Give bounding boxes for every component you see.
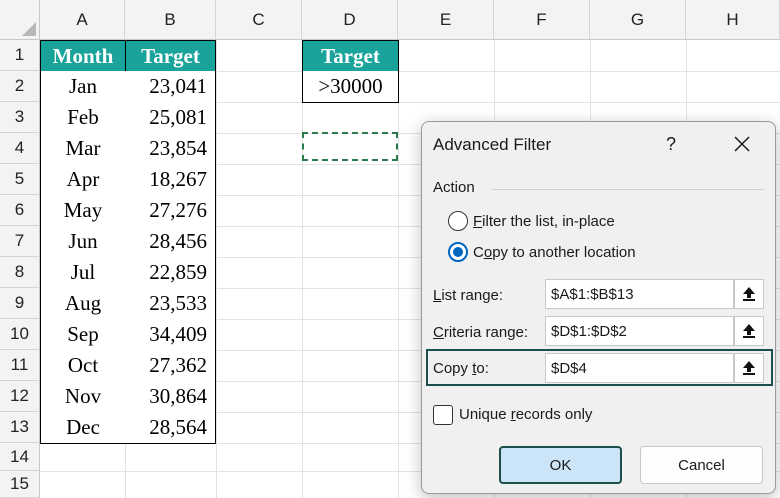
month-cell[interactable]: Oct [40, 350, 126, 382]
help-button[interactable]: ? [660, 132, 682, 156]
month-cell[interactable]: May [40, 195, 126, 227]
row-header-15[interactable]: 15 [0, 471, 40, 498]
column-header-d[interactable]: D [302, 0, 398, 40]
close-icon [734, 136, 750, 152]
collapse-arrow-icon [743, 287, 755, 301]
unique-records-label[interactable]: Unique records only [459, 406, 592, 423]
list-range-label: List range: [433, 287, 504, 304]
target-cell[interactable]: 22,859 [125, 257, 216, 289]
select-all-corner[interactable] [0, 0, 40, 40]
target-cell[interactable]: 30,864 [125, 381, 216, 413]
target-cell[interactable]: 23,533 [125, 288, 216, 320]
advanced-filter-dialog: Advanced Filter ? Action Filter the list… [421, 121, 776, 494]
target-cell[interactable]: 18,267 [125, 164, 216, 196]
collapse-arrow-icon [743, 324, 755, 338]
target-cell[interactable]: 27,362 [125, 350, 216, 382]
month-cell[interactable]: Jul [40, 257, 126, 289]
column-header-f[interactable]: F [494, 0, 590, 40]
month-cell[interactable]: Apr [40, 164, 126, 196]
target-cell[interactable]: 28,564 [125, 412, 216, 444]
row-header-6[interactable]: 6 [0, 195, 40, 226]
target-cell[interactable]: 23,854 [125, 133, 216, 165]
month-cell[interactable]: Jun [40, 226, 126, 258]
copy-to-label: Copy to: [433, 360, 489, 377]
row-header-9[interactable]: 9 [0, 288, 40, 319]
month-cell[interactable]: Nov [40, 381, 126, 413]
filter-in-place-radio[interactable] [448, 211, 468, 231]
copy-to-collapse-button[interactable] [734, 353, 764, 383]
header-cell-month[interactable]: Month [40, 40, 126, 72]
column-header-e[interactable]: E [398, 0, 494, 40]
dialog-title: Advanced Filter [433, 135, 552, 154]
row-header-13[interactable]: 13 [0, 412, 40, 443]
row-header-3[interactable]: 3 [0, 102, 40, 133]
close-button[interactable] [728, 130, 756, 158]
ok-button[interactable]: OK [499, 446, 622, 484]
copy-to-input[interactable]: $D$4 [545, 353, 734, 383]
header-cell-target[interactable]: Target [125, 40, 216, 72]
target-cell[interactable]: 27,276 [125, 195, 216, 227]
criteria-value-cell[interactable]: >30000 [302, 71, 399, 103]
row-header-7[interactable]: 7 [0, 226, 40, 257]
list-range-collapse-button[interactable] [734, 279, 764, 309]
target-cell[interactable]: 23,041 [125, 71, 216, 103]
target-cell[interactable]: 25,081 [125, 102, 216, 134]
column-header-b[interactable]: B [125, 0, 216, 40]
action-group-label: Action [433, 179, 475, 196]
row-header-8[interactable]: 8 [0, 257, 40, 288]
criteria-header-cell[interactable]: Target [302, 40, 399, 72]
group-divider [492, 189, 764, 190]
row-header-2[interactable]: 2 [0, 71, 40, 102]
month-cell[interactable]: Mar [40, 133, 126, 165]
target-cell[interactable]: 34,409 [125, 319, 216, 351]
cancel-button[interactable]: Cancel [640, 446, 763, 484]
copy-to-location-label[interactable]: Copy to another location [473, 244, 636, 261]
column-header-h[interactable]: H [686, 0, 780, 40]
list-range-input[interactable]: $A$1:$B$13 [545, 279, 734, 309]
month-cell[interactable]: Dec [40, 412, 126, 444]
month-cell[interactable]: Sep [40, 319, 126, 351]
criteria-range-collapse-button[interactable] [734, 316, 764, 346]
copy-to-location-radio[interactable] [448, 242, 468, 262]
column-header-a[interactable]: A [40, 0, 125, 40]
column-header-g[interactable]: G [590, 0, 686, 40]
copy-to-marquee[interactable] [302, 132, 398, 161]
collapse-arrow-icon [743, 361, 755, 375]
row-header-5[interactable]: 5 [0, 164, 40, 195]
criteria-range-label: Criteria range: [433, 324, 529, 341]
target-cell[interactable]: 28,456 [125, 226, 216, 258]
row-header-11[interactable]: 11 [0, 350, 40, 381]
month-cell[interactable]: Jan [40, 71, 126, 103]
month-cell[interactable]: Aug [40, 288, 126, 320]
month-cell[interactable]: Feb [40, 102, 126, 134]
unique-records-checkbox[interactable] [433, 405, 453, 425]
row-header-4[interactable]: 4 [0, 133, 40, 164]
row-header-10[interactable]: 10 [0, 319, 40, 350]
row-header-12[interactable]: 12 [0, 381, 40, 412]
row-header-14[interactable]: 14 [0, 443, 40, 471]
criteria-range-input[interactable]: $D$1:$D$2 [545, 316, 734, 346]
row-header-1[interactable]: 1 [0, 40, 40, 71]
column-header-c[interactable]: C [216, 0, 302, 40]
filter-in-place-label[interactable]: Filter the list, in-place [473, 213, 615, 230]
